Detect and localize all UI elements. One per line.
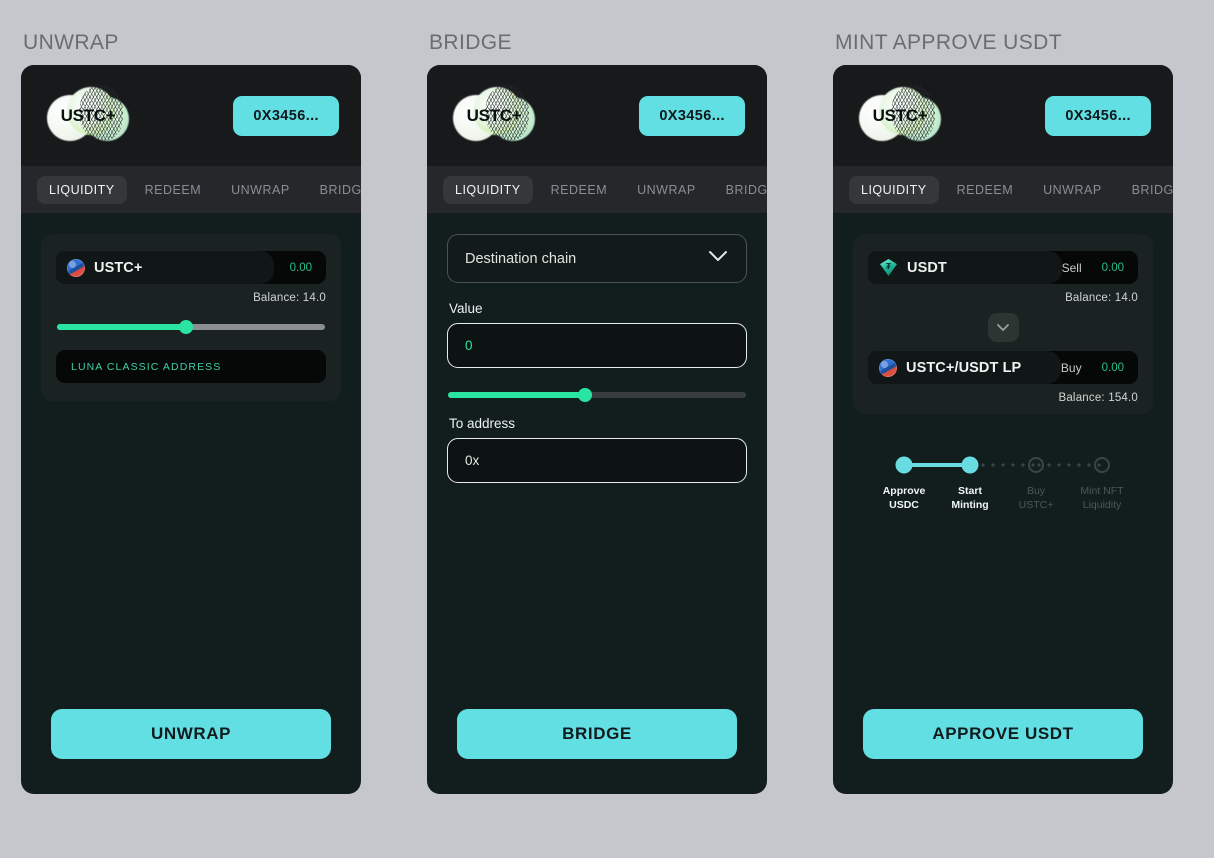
value-field-label: Value: [449, 301, 483, 316]
stepper-connector: [904, 463, 970, 467]
ustc-plus-logo: USTC+: [451, 83, 537, 149]
value-input[interactable]: [447, 323, 747, 368]
stepper-dot[interactable]: [1028, 457, 1044, 473]
tab-liquidity[interactable]: LIQUIDITY: [443, 175, 533, 204]
wallet-address-button[interactable]: 0X3456...: [1045, 95, 1151, 136]
slider-thumb[interactable]: [178, 320, 193, 334]
tab-liquidity[interactable]: LIQUIDITY: [37, 175, 127, 204]
stepper-connector: [970, 463, 1036, 467]
nav-tabs: LIQUIDITY REDEEM UNWRAP BRIDGE: [21, 166, 361, 213]
destination-chain-select[interactable]: Destination chain: [447, 234, 747, 283]
destination-chain-value: Destination chain: [465, 250, 577, 267]
app-header: USTC+ 0X3456...: [833, 65, 1173, 166]
to-address-input[interactable]: [447, 438, 747, 483]
panel-mint-approve-usdt: MINT APPROVE USDT USTC+ 0X3456... LIQUID…: [833, 0, 1173, 794]
cta-container: BRIDGE: [447, 709, 747, 794]
wallet-address-button[interactable]: 0X3456...: [233, 95, 339, 136]
tab-unwrap[interactable]: UNWRAP: [219, 176, 302, 204]
app-header: USTC+ 0X3456...: [427, 65, 767, 166]
usdt-gem-icon: ₮: [879, 258, 898, 277]
stepper-dot[interactable]: [895, 456, 913, 474]
tab-bridge[interactable]: BRIDGE: [714, 176, 767, 204]
sell-amount[interactable]: 0.00: [1086, 262, 1138, 274]
to-address-field-label: To address: [449, 416, 516, 431]
ustc-plus-logo: USTC+: [45, 83, 131, 149]
panel-body: USTC+ 0.00 Balance: 14.0 UNWRAP: [21, 213, 361, 794]
token-name: USDT: [907, 259, 947, 276]
stepper-connector: [1036, 463, 1102, 467]
nav-tabs: LIQUIDITY REDEEM UNWRAP BRIDGE: [427, 166, 767, 213]
panel-title-unwrap: UNWRAP: [23, 31, 119, 54]
step-label-approve-usdc: Approve USDC: [882, 485, 926, 511]
tab-liquidity[interactable]: LIQUIDITY: [849, 175, 939, 204]
tab-unwrap[interactable]: UNWRAP: [625, 176, 708, 204]
stepper-track: [871, 456, 1135, 474]
nav-tabs: LIQUIDITY REDEEM UNWRAP BRIDGE: [833, 166, 1173, 213]
token-name: USTC+/USDT LP: [906, 359, 1022, 376]
amount-slider[interactable]: [448, 388, 746, 402]
panel-body: ₮ USDT Sell 0.00 Balance: 14.0 USTC+/USD…: [833, 213, 1173, 794]
panel-title-mint: MINT APPROVE USDT: [835, 31, 1062, 54]
token-row[interactable]: USTC+ 0.00: [56, 251, 326, 284]
logo-text: USTC+: [466, 105, 522, 125]
token-name: USTC+: [94, 259, 143, 276]
token-left-group: USTC+: [56, 251, 274, 284]
phone-frame-bridge: USTC+ 0X3456... LIQUIDITY REDEEM UNWRAP …: [427, 65, 767, 794]
step-label-mint-nft-liquidity: Mint NFT Liquidity: [1080, 485, 1124, 511]
tab-redeem[interactable]: REDEEM: [945, 176, 1025, 204]
buy-label: Buy: [1060, 360, 1082, 375]
panel-bridge: BRIDGE USTC+ 0X3456... LIQUIDITY REDEEM …: [427, 0, 767, 794]
chevron-down-icon: [707, 249, 729, 268]
stepper-dot[interactable]: [961, 456, 979, 474]
stepper-labels: Approve USDC Start Minting Buy USTC+ Min…: [871, 484, 1135, 512]
cta-container: UNWRAP: [41, 709, 341, 794]
sell-token-row[interactable]: ₮ USDT Sell 0.00: [868, 251, 1138, 284]
sell-label: Sell: [1061, 260, 1082, 275]
sell-balance: Balance: 14.0: [1065, 292, 1138, 304]
slider-fill: [448, 392, 586, 398]
tab-redeem[interactable]: REDEEM: [133, 176, 213, 204]
cta-container: APPROVE USDT: [853, 709, 1153, 794]
token-left-group: USTC+/USDT LP: [868, 351, 1061, 384]
panel-title-bridge: BRIDGE: [429, 31, 512, 54]
panel-body: Destination chain Value To address: [427, 213, 767, 794]
panel-unwrap: UNWRAP USTC+ 0X3456... LIQUIDITY REDEEM …: [21, 0, 361, 794]
luna-classic-address-input[interactable]: [56, 350, 326, 383]
ustc-plus-logo: USTC+: [857, 83, 943, 149]
phone-frame-mint: USTC+ 0X3456... LIQUIDITY REDEEM UNWRAP …: [833, 65, 1173, 794]
logo-text: USTC+: [60, 105, 116, 125]
stepper-dot[interactable]: [1094, 457, 1110, 473]
token-left-group: ₮ USDT: [868, 251, 1062, 284]
slider-thumb[interactable]: [578, 388, 593, 402]
amount-slider[interactable]: [57, 320, 325, 334]
tab-redeem[interactable]: REDEEM: [539, 176, 619, 204]
buy-balance: Balance: 154.0: [1058, 392, 1138, 404]
mint-progress-stepper: Approve USDC Start Minting Buy USTC+ Min…: [853, 456, 1153, 512]
ustc-coin-icon: [67, 258, 85, 277]
bridge-button[interactable]: BRIDGE: [457, 709, 737, 759]
tab-bridge[interactable]: BRIDGE: [1120, 176, 1173, 204]
phone-frame-unwrap: USTC+ 0X3456... LIQUIDITY REDEEM UNWRAP …: [21, 65, 361, 794]
buy-token-row[interactable]: USTC+/USDT LP Buy 0.00: [868, 351, 1138, 384]
step-label-start-minting: Start Minting: [951, 485, 989, 511]
token-amount[interactable]: 0.00: [274, 262, 326, 274]
screenshot-root: UNWRAP USTC+ 0X3456... LIQUIDITY REDEEM …: [0, 0, 1214, 858]
ustc-coin-icon: [879, 358, 897, 377]
swap-direction-button[interactable]: [987, 313, 1019, 342]
unwrap-card: USTC+ 0.00 Balance: 14.0: [41, 234, 341, 401]
wallet-address-button[interactable]: 0X3456...: [639, 95, 745, 136]
logo-text: USTC+: [872, 105, 928, 125]
chevron-down-icon: [996, 320, 1010, 335]
tab-unwrap[interactable]: UNWRAP: [1031, 176, 1114, 204]
step-label-buy-ustc: Buy USTC+: [1018, 485, 1054, 511]
slider-fill: [57, 324, 186, 330]
tab-bridge[interactable]: BRIDGE: [308, 176, 361, 204]
unwrap-button[interactable]: UNWRAP: [51, 709, 331, 759]
app-header: USTC+ 0X3456...: [21, 65, 361, 166]
swap-card: ₮ USDT Sell 0.00 Balance: 14.0 USTC+/USD…: [853, 234, 1153, 414]
approve-usdt-button[interactable]: APPROVE USDT: [863, 709, 1143, 759]
token-balance: Balance: 14.0: [253, 292, 326, 304]
buy-amount[interactable]: 0.00: [1086, 362, 1138, 374]
